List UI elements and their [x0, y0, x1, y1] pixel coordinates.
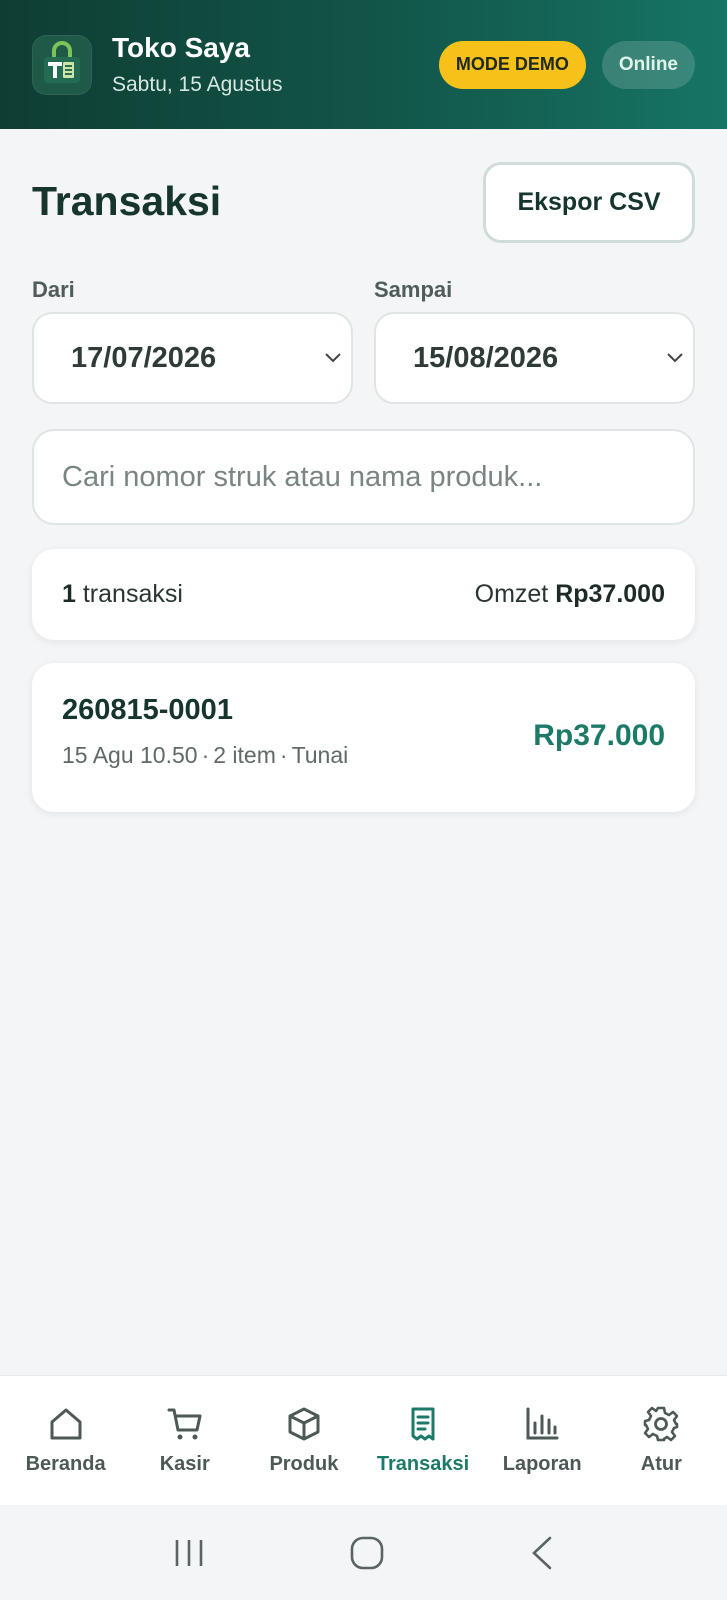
- home-button-icon[interactable]: [349, 1535, 385, 1571]
- chevron-down-icon: [325, 353, 341, 363]
- recent-apps-icon[interactable]: [172, 1537, 206, 1569]
- nav-label: Kasir: [159, 1453, 210, 1475]
- page-title: Transaksi: [32, 178, 222, 224]
- store-name: Toko Saya: [112, 31, 250, 63]
- nav-item-produk[interactable]: Produk: [246, 1405, 362, 1476]
- transaction-amount: Rp37.000: [533, 719, 665, 752]
- box-icon: [288, 1407, 320, 1441]
- search-box: [32, 429, 695, 525]
- lock-receipt-icon: [44, 40, 80, 83]
- transaction-time: 15 Agu 10.50: [62, 742, 198, 768]
- transaction-count-value: 1: [62, 580, 76, 608]
- revenue-value: Rp37.000: [555, 580, 665, 608]
- nav-item-beranda[interactable]: Beranda: [8, 1405, 124, 1476]
- back-icon[interactable]: [528, 1535, 556, 1571]
- to-label: Sampai: [374, 277, 453, 302]
- nav-label: Atur: [640, 1453, 682, 1475]
- store-logo: [32, 34, 92, 95]
- bar-chart-icon: [526, 1407, 559, 1440]
- revenue-summary: Omzet Rp37.000: [475, 580, 665, 609]
- online-status-badge: Online: [601, 40, 695, 89]
- to-date-value: 15/08/2026: [413, 341, 559, 374]
- from-date-select[interactable]: 17/07/2026: [32, 312, 353, 404]
- summary-card: 1 transaksi Omzet Rp37.000: [32, 549, 695, 640]
- transaction-payment: Tunai: [291, 742, 349, 768]
- from-date-value: 17/07/2026: [71, 341, 217, 374]
- transaction-count: 1 transaksi: [62, 580, 183, 609]
- transaction-count-label: transaksi: [82, 580, 183, 608]
- search-input[interactable]: [62, 460, 665, 494]
- system-nav-bar: [0, 1505, 727, 1600]
- nav-label: Produk: [269, 1453, 339, 1475]
- home-icon: [50, 1408, 82, 1440]
- gear-icon: [644, 1406, 679, 1442]
- nav-label: Transaksi: [376, 1453, 470, 1475]
- nav-item-kasir[interactable]: Kasir: [127, 1405, 243, 1476]
- revenue-label: Omzet: [474, 580, 549, 608]
- header-text: Toko Saya Sabtu, 15 Agustus: [112, 31, 439, 99]
- transaction-card[interactable]: 260815-0001 15 Agu 10.50 · 2 item · Tunai Rp…: [32, 663, 695, 812]
- bottom-nav: Beranda Kasir Produk Transaksi Laporan A…: [0, 1375, 727, 1505]
- receipt-icon: [411, 1407, 435, 1441]
- nav-item-laporan[interactable]: Laporan: [484, 1405, 600, 1476]
- demo-mode-badge: MODE DEMO: [438, 40, 586, 89]
- page: Toko Saya Sabtu, 15 Agustus MODE DEMO On…: [0, 0, 727, 1600]
- nav-item-atur[interactable]: Atur: [603, 1405, 719, 1476]
- store-date: Sabtu, 15 Agustus: [112, 72, 283, 96]
- cart-icon: [167, 1408, 202, 1440]
- transaction-items: 2 item: [213, 742, 276, 768]
- chevron-down-icon: [667, 353, 683, 363]
- export-csv-button[interactable]: Ekspor CSV: [483, 162, 695, 243]
- nav-label: Beranda: [25, 1453, 106, 1475]
- to-date-select[interactable]: 15/08/2026: [374, 312, 695, 404]
- nav-label: Laporan: [502, 1453, 582, 1475]
- from-label: Dari: [32, 277, 75, 302]
- nav-item-transaksi[interactable]: Transaksi: [365, 1405, 481, 1476]
- app-header: Toko Saya Sabtu, 15 Agustus MODE DEMO On…: [0, 0, 727, 129]
